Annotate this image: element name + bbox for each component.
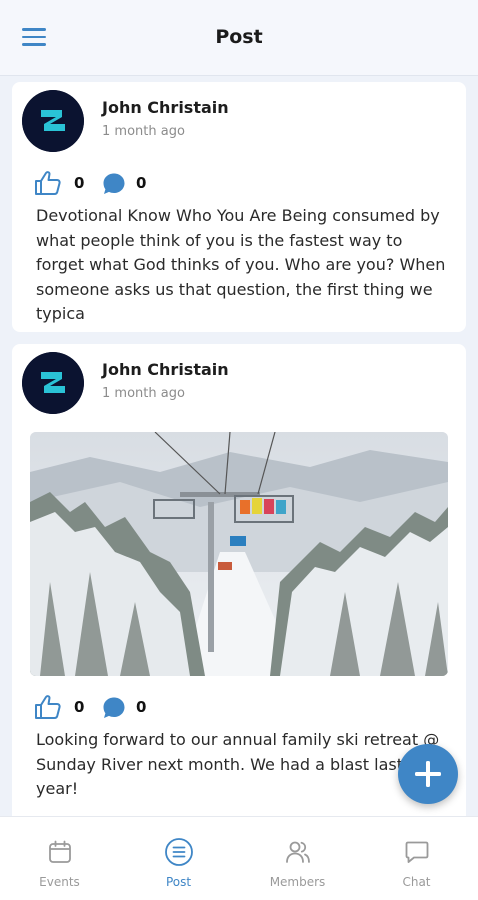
thumbs-up-icon[interactable] — [34, 170, 62, 196]
post-timestamp: 1 month ago — [102, 124, 185, 139]
plus-icon — [415, 761, 441, 787]
calendar-icon — [47, 839, 73, 865]
comment-icon[interactable] — [102, 172, 126, 196]
page-title: Post — [215, 26, 263, 48]
nav-item-chat[interactable]: Chat — [357, 817, 476, 900]
members-icon — [285, 839, 311, 865]
nav-label-events: Events — [39, 875, 80, 889]
post-timestamp: 1 month ago — [102, 386, 185, 401]
author-name[interactable]: John Christain — [102, 360, 229, 379]
nav-label-members: Members — [269, 875, 326, 889]
avatar[interactable] — [22, 352, 84, 414]
post-feed[interactable]: John Christain 1 month ago 0 0 Devotiona… — [0, 76, 478, 816]
nav-label-chat: Chat — [402, 875, 431, 889]
post-body-text: Devotional Know Who You Are Being consum… — [36, 206, 446, 323]
nav-item-members[interactable]: Members — [238, 817, 357, 900]
post-image-ski-lift[interactable] — [30, 432, 448, 676]
add-post-button[interactable] — [398, 744, 458, 804]
post-actions: 0 0 — [34, 170, 234, 198]
like-count: 0 — [74, 174, 85, 192]
post-card[interactable]: John Christain 1 month ago 0 0 Devotiona… — [12, 82, 466, 332]
bottom-navigation: Events Post Members Chat — [0, 816, 478, 900]
avatar[interactable] — [22, 90, 84, 152]
comment-count: 0 — [136, 174, 147, 192]
post-actions: 0 0 — [34, 694, 234, 722]
author-name[interactable]: John Christain — [102, 98, 229, 117]
thumbs-up-icon[interactable] — [34, 694, 62, 720]
comment-count: 0 — [136, 698, 147, 716]
top-app-bar: Post — [0, 0, 478, 76]
post-card[interactable]: John Christain 1 month ago 0 0 Looking f… — [12, 344, 466, 816]
nav-label-post: Post — [165, 875, 192, 889]
post-icon — [164, 837, 194, 867]
chat-icon — [404, 839, 430, 865]
post-body-text: Looking forward to our annual family ski… — [36, 730, 440, 798]
nav-item-post[interactable]: Post — [119, 817, 238, 900]
nav-item-events[interactable]: Events — [0, 817, 119, 900]
comment-icon[interactable] — [102, 696, 126, 720]
like-count: 0 — [74, 698, 85, 716]
